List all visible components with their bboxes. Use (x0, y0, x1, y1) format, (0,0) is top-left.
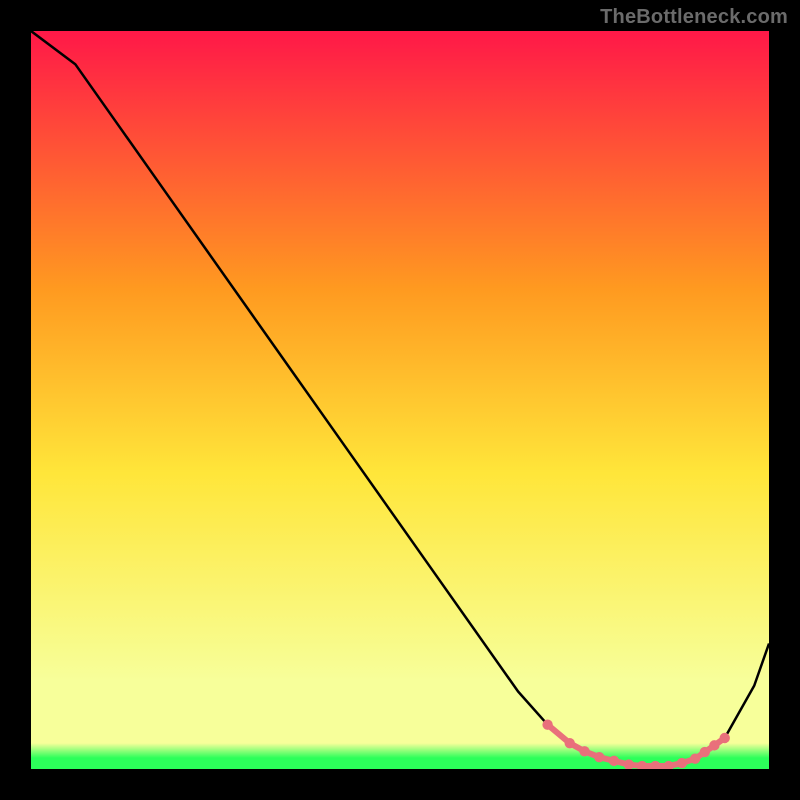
marker-dot (542, 720, 552, 730)
marker-dot (690, 753, 700, 763)
marker-dot (709, 740, 719, 750)
marker-dot (677, 758, 687, 768)
chart-background (31, 31, 769, 769)
marker-dot (594, 752, 604, 762)
marker-dot (579, 746, 589, 756)
marker-dot (565, 738, 575, 748)
plot-area (31, 31, 769, 769)
chart-frame: TheBottleneck.com (0, 0, 800, 800)
chart-svg (31, 31, 769, 769)
marker-dot (720, 733, 730, 743)
marker-dot (609, 756, 619, 766)
marker-dot (700, 747, 710, 757)
attribution-text: TheBottleneck.com (600, 6, 788, 29)
